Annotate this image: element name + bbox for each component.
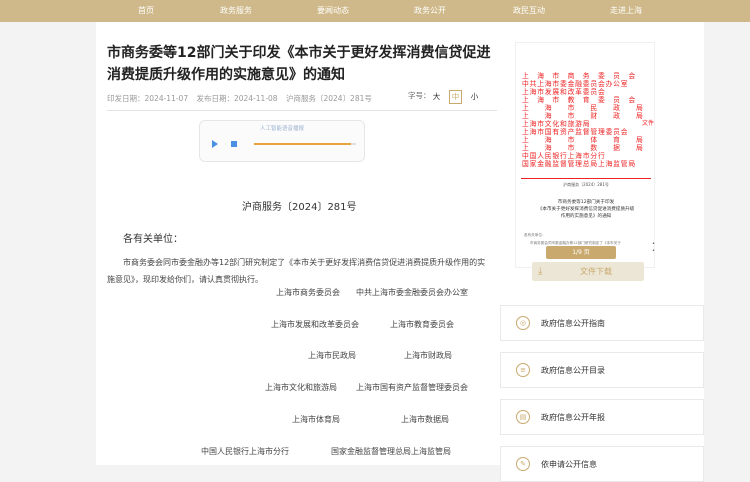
sidebar-item-label: 政府信息公开年报: [541, 413, 605, 422]
play-icon[interactable]: [212, 140, 218, 148]
signatory: 国家金融监督管理总局上海监管局: [331, 447, 451, 456]
sidebar-item-label: 政府信息公开指南: [541, 319, 605, 328]
guide-icon: ◎: [516, 316, 530, 330]
preview-header-line: 国家金融监督管理总局上海监管局: [522, 160, 636, 168]
font-small-button[interactable]: 小: [468, 90, 481, 104]
nav-disclosure[interactable]: 政务公开: [414, 0, 446, 22]
doc-number: 沪商服务〔2024〕281号: [242, 202, 357, 213]
signatory: 上海市财政局: [404, 351, 452, 360]
download-icon: ⤓: [538, 266, 543, 277]
article-title: 市商务委等12部门关于印发《本市关于更好发挥消费信贷促进消费提质升级作用的实施意…: [107, 45, 491, 83]
signatory: 中共上海市委金融委员会办公室: [356, 288, 468, 297]
publish-date: 发布日期：2024-11-08: [196, 94, 278, 103]
nav-services[interactable]: 政务服务: [220, 0, 252, 22]
download-label: 文件下载: [580, 267, 612, 276]
article-meta: 印发日期：2024-11-07 发布日期：2024-11-08 沪商服务〔202…: [107, 93, 378, 104]
signatory: 上海市文化和旅游局: [265, 383, 337, 392]
preview-doc-title: 市商务委等12部门关于印发 《本市关于更好发挥消费信贷促进消费提质升级 作用的实施意…: [537, 200, 635, 219]
report-icon: ▤: [516, 410, 530, 424]
document-preview[interactable]: 上 海 市 商 务 委 员 会 中共上海市委金融委员会办公室 上海市发展和改革委…: [515, 42, 655, 268]
audio-progress-track[interactable]: [254, 143, 356, 145]
audio-title: 人工智能语音播报: [259, 126, 304, 132]
nav-about[interactable]: 走进上海: [610, 0, 642, 22]
issue-date: 印发日期：2024-11-07: [107, 94, 189, 103]
nav-home[interactable]: 首页: [138, 0, 154, 22]
font-size-label: 字号：: [408, 91, 431, 100]
divider: [107, 110, 497, 111]
font-large-button[interactable]: 大: [430, 90, 443, 104]
preview-red-line: [521, 178, 651, 179]
download-button[interactable]: ⤓ 文件下载: [532, 262, 644, 281]
article-panel: 市商务委等12部门关于印发《本市关于更好发挥消费信贷促进消费提质升级作用的实施意…: [96, 22, 500, 465]
nav-news[interactable]: 要闻动态: [317, 0, 349, 22]
signatory: 上海市教育委员会: [390, 320, 454, 329]
top-nav: 首页 政务服务 要闻动态 政务公开 政民互动 走进上海: [0, 0, 750, 22]
sidebar-item-guide[interactable]: ◎ 政府信息公开指南: [500, 305, 704, 341]
salutation: 各有关单位：: [123, 234, 183, 245]
preview-doc-number: 沪商服务〔2024〕281号: [563, 182, 609, 187]
audio-player: 人工智能语音播报: [199, 120, 365, 162]
catalog-icon: ≡: [516, 363, 530, 377]
signatory: 上海市民政局: [308, 351, 356, 360]
preview-salutation: 各有关单位：: [524, 233, 546, 237]
preview-wenjian: 文件: [642, 120, 655, 127]
signatory: 上海市国有资产监督管理委员会: [356, 383, 468, 392]
apply-icon: ✎: [516, 457, 530, 471]
more-dots-icon[interactable]: • •: [652, 241, 655, 255]
page-indicator: 1/9 页: [546, 246, 616, 259]
sidebar-item-apply[interactable]: ✎ 依申请公开信息: [500, 446, 704, 482]
signatory: 上海市商务委员会: [276, 288, 340, 297]
sidebar-item-catalog[interactable]: ≡ 政府信息公开目录: [500, 352, 704, 388]
signatory: 中国人民银行上海市分行: [201, 447, 289, 456]
stop-icon[interactable]: [231, 141, 237, 147]
signatory: 上海市数据局: [401, 415, 449, 424]
audio-progress-fill: [254, 143, 351, 145]
sidebar-item-report[interactable]: ▤ 政府信息公开年报: [500, 399, 704, 435]
body-paragraph: 市商务委会同市委金融办等12部门研究制定了《本市关于更好发挥消费信贷促进消费提质…: [107, 258, 486, 284]
signatory: 上海市体育局: [292, 415, 340, 424]
nav-interaction[interactable]: 政民互动: [513, 0, 545, 22]
signatory: 上海市发展和改革委员会: [271, 320, 359, 329]
font-medium-button[interactable]: 中: [449, 90, 462, 104]
document-number: 沪商服务〔2024〕281号: [285, 94, 372, 103]
sidebar-item-label: 政府信息公开目录: [541, 366, 605, 375]
